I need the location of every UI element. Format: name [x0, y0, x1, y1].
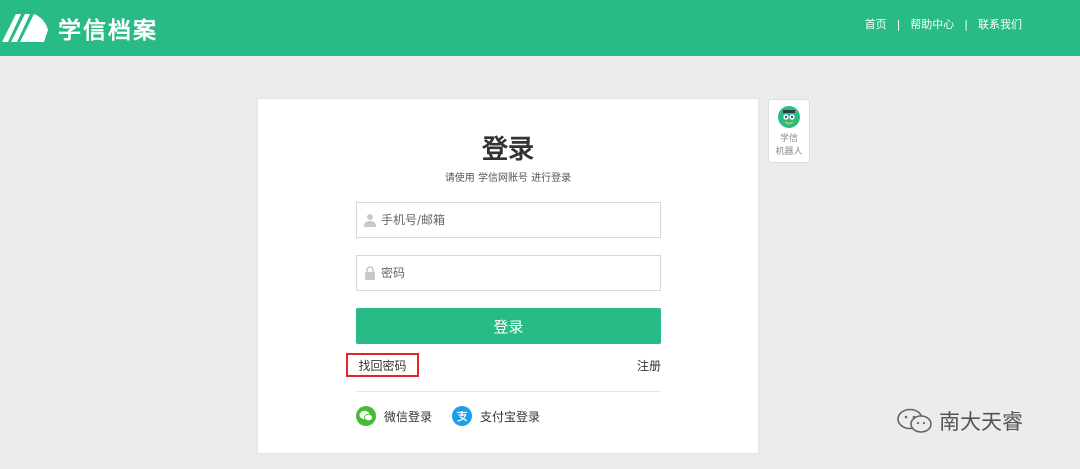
- robot-label-line2: 机器人: [775, 147, 803, 157]
- nav-help-link[interactable]: 帮助中心: [910, 16, 954, 32]
- register-link[interactable]: 注册: [637, 357, 661, 374]
- watermark-text: 南大天睿: [939, 410, 1023, 434]
- username-field[interactable]: [356, 202, 661, 238]
- nav-home-link[interactable]: 首页: [865, 16, 887, 32]
- watermark: 南大天睿: [895, 406, 1023, 436]
- top-nav: 首页 | 帮助中心 | 联系我们: [865, 16, 1022, 32]
- lock-icon: [365, 266, 375, 280]
- password-field[interactable]: [356, 255, 661, 291]
- nav-separator: |: [896, 17, 901, 31]
- alipay-icon: [452, 406, 472, 426]
- book-logo-icon: [2, 14, 48, 42]
- alipay-login-label: 支付宝登录: [480, 409, 541, 424]
- robot-label-line1: 学信: [779, 134, 798, 144]
- robot-avatar-icon: [778, 106, 800, 128]
- password-input[interactable]: [381, 258, 651, 288]
- divider: [356, 391, 661, 392]
- nav-contact-link[interactable]: 联系我们: [978, 16, 1022, 32]
- robot-label: 学信 机器人: [769, 133, 809, 159]
- brand-logo[interactable]: 学信档案: [0, 8, 158, 48]
- login-card: 登录 请使用 学信网账号 进行登录 登录 找回密码 注册 微信登录: [258, 99, 758, 453]
- user-icon: [364, 214, 376, 227]
- username-input[interactable]: [381, 205, 651, 235]
- nav-separator: |: [964, 17, 968, 31]
- brand-name: 学信档案: [58, 18, 158, 44]
- login-title: 登录: [481, 135, 534, 165]
- forgot-password-link[interactable]: 找回密码: [346, 353, 419, 377]
- wechat-login-button[interactable]: 微信登录: [356, 406, 432, 426]
- login-subtitle: 请使用 学信网账号 进行登录: [444, 173, 572, 184]
- robot-assistant-button[interactable]: 学信 机器人: [768, 99, 810, 163]
- alipay-login-button[interactable]: 支付宝登录: [452, 406, 540, 426]
- wechat-icon: [356, 406, 376, 426]
- login-submit-button[interactable]: 登录: [356, 308, 661, 344]
- wechat-login-label: 微信登录: [384, 409, 433, 424]
- top-header: 学信档案 首页 | 帮助中心 | 联系我们: [0, 0, 1080, 56]
- wechat-outline-icon: [897, 408, 932, 433]
